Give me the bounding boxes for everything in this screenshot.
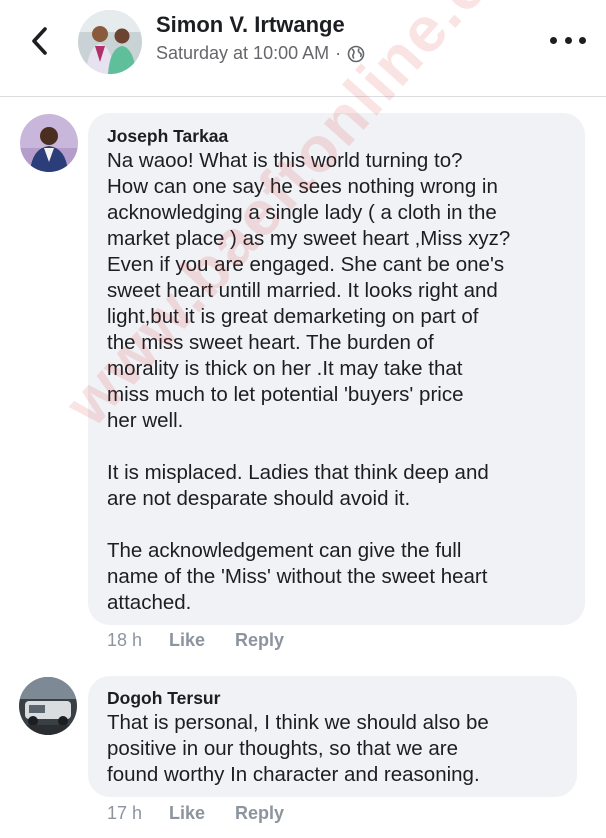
- more-options-button[interactable]: [550, 30, 586, 50]
- comment-author[interactable]: Dogoh Tersur: [107, 688, 220, 709]
- comment-author[interactable]: Joseph Tarkaa: [107, 126, 228, 147]
- comment-actions: 17 h Like Reply: [107, 803, 284, 824]
- comment-time[interactable]: 18 h: [107, 630, 169, 651]
- comment-text: Na waoo! What is this world turning to? …: [107, 149, 511, 614]
- chevron-left-icon: [32, 27, 47, 55]
- comment-time[interactable]: 17 h: [107, 803, 169, 824]
- globe-icon: [347, 45, 365, 62]
- meta-separator: ·: [335, 43, 342, 63]
- poster-name[interactable]: Simon V. Irtwange: [156, 12, 345, 38]
- comment-actions: 18 h Like Reply: [107, 630, 284, 651]
- poster-avatar[interactable]: [78, 10, 142, 74]
- back-button[interactable]: [24, 24, 54, 58]
- post-header: Simon V. Irtwange Saturday at 10:00 AM ·: [0, 0, 606, 97]
- commenter-avatar[interactable]: [20, 114, 78, 172]
- post-meta: Saturday at 10:00 AM ·: [156, 43, 365, 64]
- reply-button[interactable]: Reply: [235, 630, 284, 651]
- like-button[interactable]: Like: [169, 630, 235, 651]
- like-button[interactable]: Like: [169, 803, 235, 824]
- post-time[interactable]: Saturday at 10:00 AM: [156, 43, 329, 64]
- commenter-avatar[interactable]: [19, 677, 77, 735]
- more-options-icon: [550, 36, 557, 44]
- reply-button[interactable]: Reply: [235, 803, 284, 824]
- comment-text: That is personal, I think we should also…: [107, 711, 489, 786]
